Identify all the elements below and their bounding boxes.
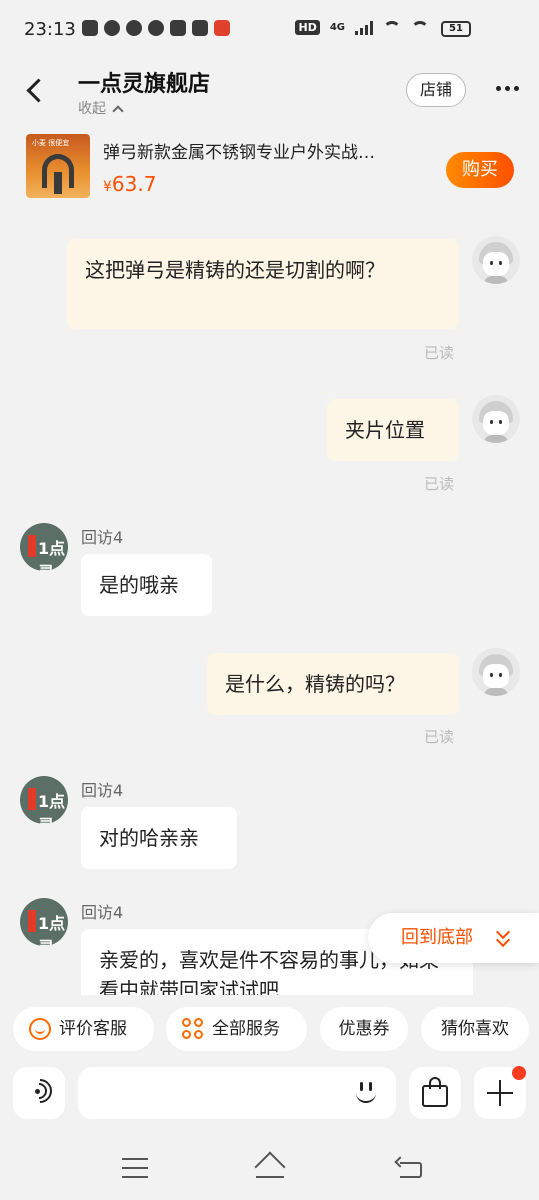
system-nav-bar bbox=[0, 1140, 539, 1200]
read-status: 已读 bbox=[424, 728, 455, 746]
message-bubble-me[interactable]: 这把弹弓是精铸的还是切割的啊？ bbox=[67, 239, 459, 329]
wifi-icon bbox=[383, 20, 401, 35]
chat-header: 一点灵旗舰店 收起 店铺 bbox=[0, 58, 539, 128]
signal-icon bbox=[355, 20, 373, 35]
battery-icon: 51 bbox=[441, 21, 471, 37]
more-options-icon[interactable] bbox=[496, 86, 519, 91]
message-bubble-shop[interactable]: 是的哦亲 bbox=[81, 554, 212, 616]
user-avatar[interactable] bbox=[472, 648, 520, 696]
status-bar: 23:13 HD 4G 51 bbox=[0, 0, 539, 58]
input-bar bbox=[0, 1065, 539, 1125]
message-bubble-me[interactable]: 是什么，精铸的吗？ bbox=[207, 653, 459, 715]
read-status: 已读 bbox=[424, 344, 455, 362]
shop-avatar[interactable]: 1点灵 bbox=[20, 898, 68, 946]
shop-avatar-logo: 1点灵 bbox=[38, 914, 66, 946]
message-bubble-me[interactable]: 夹片位置 bbox=[327, 399, 459, 461]
sender-name: 回访4 bbox=[81, 903, 124, 922]
shop-avatar[interactable]: 1点灵 bbox=[20, 523, 68, 571]
price-symbol: ¥ bbox=[103, 179, 112, 195]
collapse-toggle[interactable]: 收起 bbox=[78, 98, 124, 118]
quick-action-label: 全部服务 bbox=[212, 1019, 280, 1039]
app-notification-icon bbox=[82, 20, 98, 36]
double-chevron-down-icon bbox=[495, 924, 513, 948]
red-app-notification-icon bbox=[214, 20, 230, 36]
price-value: 63.7 bbox=[111, 172, 157, 196]
read-status: 已读 bbox=[424, 475, 455, 493]
back-icon[interactable] bbox=[22, 74, 50, 108]
message-input[interactable] bbox=[78, 1067, 396, 1119]
shop-avatar-logo: 1点灵 bbox=[38, 792, 66, 824]
alipay-notification-icon bbox=[192, 20, 208, 36]
all-services-button[interactable]: 全部服务 bbox=[166, 1007, 307, 1051]
user-avatar[interactable] bbox=[472, 236, 520, 284]
back-to-bottom-label: 回到底部 bbox=[401, 927, 473, 948]
shop-avatar[interactable]: 1点灵 bbox=[20, 776, 68, 824]
emoji-icon[interactable] bbox=[352, 1079, 380, 1107]
product-price: ¥63.7 bbox=[103, 172, 156, 196]
buy-button[interactable]: 购买 bbox=[446, 152, 514, 188]
chat-notification-icon bbox=[148, 20, 164, 36]
wifi-icon-2 bbox=[411, 20, 429, 35]
sender-name: 回访4 bbox=[81, 781, 124, 800]
thumbnail-badge: 小麦 很便宜 bbox=[32, 139, 70, 147]
notification-icons bbox=[82, 20, 230, 36]
back-to-bottom-button[interactable]: 回到底部 bbox=[368, 913, 539, 963]
notification-dot bbox=[512, 1066, 526, 1080]
voice-input-icon[interactable] bbox=[13, 1067, 65, 1119]
rate-service-button[interactable]: 评价客服 bbox=[13, 1007, 154, 1051]
product-card[interactable]: 小麦 很便宜 弹弓新款金属不锈钢专业户外实战… ¥63.7 购买 bbox=[0, 128, 539, 208]
shop-avatar-logo: 1点灵 bbox=[38, 539, 66, 571]
wechat-notification-icon bbox=[126, 20, 142, 36]
xiu-notification-icon bbox=[170, 20, 186, 36]
page-title: 一点灵旗舰店 bbox=[78, 72, 211, 97]
grid-icon bbox=[182, 1018, 204, 1040]
network-type: 4G bbox=[329, 22, 345, 33]
product-title[interactable]: 弹弓新款金属不锈钢专业户外实战… bbox=[103, 138, 428, 163]
status-time: 23:13 bbox=[24, 19, 76, 40]
sender-name: 回访4 bbox=[81, 528, 124, 547]
chevron-up-icon bbox=[112, 104, 124, 117]
plus-icon[interactable] bbox=[474, 1066, 526, 1119]
user-avatar[interactable] bbox=[472, 395, 520, 443]
guess-you-like-button[interactable]: 猜你喜欢 bbox=[421, 1007, 529, 1051]
nav-back-icon[interactable] bbox=[394, 1156, 424, 1180]
hd-icon: HD bbox=[295, 20, 320, 35]
collapse-label: 收起 bbox=[78, 101, 106, 117]
home-icon[interactable] bbox=[252, 1151, 288, 1183]
smiley-icon bbox=[29, 1018, 51, 1040]
menu-icon[interactable] bbox=[122, 1158, 148, 1178]
quick-action-label: 评价客服 bbox=[59, 1019, 127, 1039]
product-thumbnail[interactable]: 小麦 很便宜 bbox=[26, 134, 90, 198]
coupon-button[interactable]: 优惠券 bbox=[320, 1007, 408, 1051]
signal-group: HD 4G bbox=[295, 20, 429, 35]
store-button[interactable]: 店铺 bbox=[406, 73, 466, 107]
quick-actions-bar: 评价客服 全部服务 优惠券 猜你喜欢 bbox=[0, 995, 539, 1065]
shopping-bag-icon[interactable] bbox=[409, 1067, 461, 1119]
message-bubble-shop[interactable]: 对的哈亲亲 bbox=[81, 807, 237, 869]
slingshot-handle bbox=[54, 172, 62, 194]
cloud-notification-icon bbox=[104, 20, 120, 36]
